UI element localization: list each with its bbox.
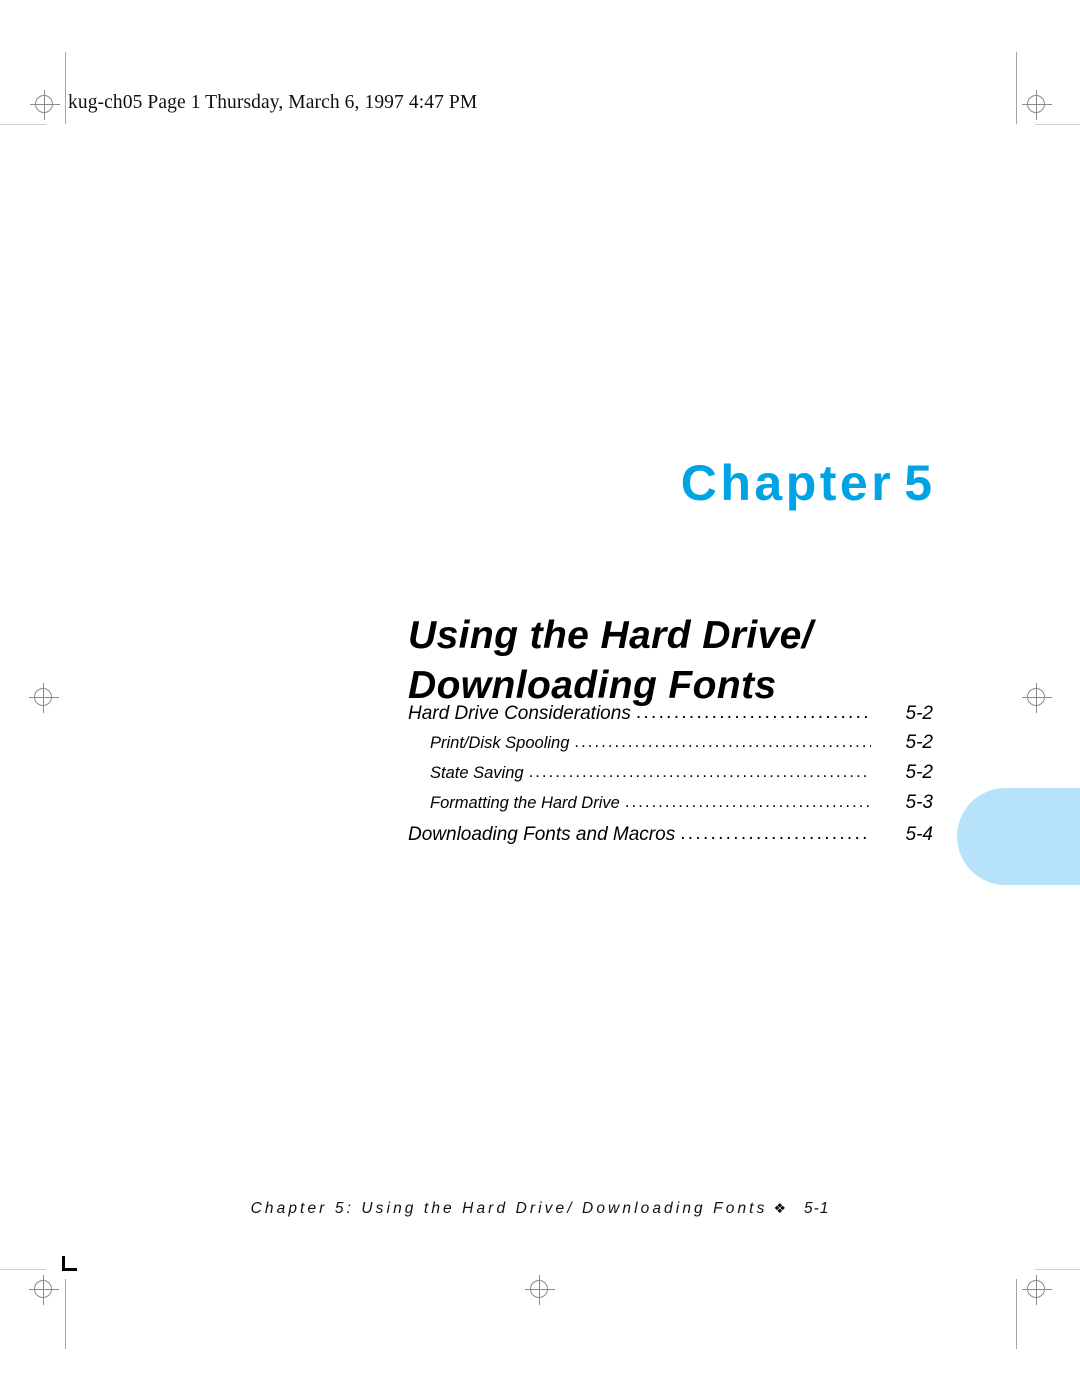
footer-page-number: 5-1 [804, 1200, 830, 1217]
registration-mark-bottom-center [525, 1275, 555, 1305]
toc-entry[interactable]: Formatting the Hard Drive...............… [430, 792, 933, 814]
toc-dot-leader: ........................................… [635, 702, 871, 723]
toc-entry-label: Print/Disk Spooling [430, 734, 570, 752]
registration-mark-middle-right [1022, 683, 1052, 713]
toc-entry-page: 5-2 [905, 762, 933, 783]
toc-entry-page: 5-2 [905, 703, 933, 724]
file-stamp-header: kug-ch05 Page 1 Thursday, March 6, 1997 … [68, 92, 478, 113]
registration-mark-top-left [30, 90, 60, 120]
chapter-number: 5 [904, 455, 932, 511]
registration-vline [539, 1275, 540, 1305]
toc-entry-page: 5-2 [905, 732, 933, 753]
trim-line-footer-left [0, 1269, 46, 1270]
registration-vline [44, 90, 45, 120]
registration-hline [30, 104, 60, 105]
registration-hline [29, 697, 59, 698]
page-title: Using the Hard Drive/ Downloading Fonts [408, 611, 938, 710]
trim-line-bottom-right [1016, 1279, 1017, 1349]
page-title-line-1: Using the Hard Drive/ [408, 614, 813, 658]
chapter-label-word: Chapter [680, 455, 895, 511]
toc-entry-label: Hard Drive Considerations [408, 703, 631, 724]
toc-entry-label: State Saving [430, 764, 524, 782]
registration-hline [29, 1289, 59, 1290]
toc-dot-leader: ........................................… [574, 733, 871, 751]
registration-mark-middle-left [29, 683, 59, 713]
registration-vline [1036, 1275, 1037, 1305]
footer-title: Chapter 5: Using the Hard Drive/ Downloa… [250, 1200, 768, 1217]
trim-line-top-right [1016, 52, 1017, 124]
registration-mark-bottom-right [1022, 1275, 1052, 1305]
registration-hline [1022, 1289, 1052, 1290]
chapter-side-tab [957, 788, 1080, 885]
toc-entry[interactable]: Print/Disk Spooling.....................… [430, 732, 933, 754]
trim-line-header-left [0, 124, 46, 125]
toc-entry[interactable]: Downloading Fonts and Macros............… [408, 823, 933, 846]
toc-entry[interactable]: State Saving............................… [430, 762, 933, 784]
toc-dot-leader: ........................................… [624, 793, 871, 811]
trim-line-header-right [1035, 124, 1080, 125]
document-page: kug-ch05 Page 1 Thursday, March 6, 1997 … [0, 0, 1080, 1397]
registration-vline [1036, 90, 1037, 120]
toc-entry-page: 5-4 [905, 824, 933, 845]
registration-mark-top-right [1022, 90, 1052, 120]
toc-entry-page: 5-3 [905, 792, 933, 813]
toc-entry[interactable]: Hard Drive Considerations...............… [408, 702, 933, 725]
page-footer: Chapter 5: Using the Hard Drive/ Downloa… [0, 1200, 1080, 1218]
toc-dot-leader: ........................................… [680, 823, 871, 844]
toc-entry-label: Downloading Fonts and Macros [408, 824, 676, 845]
trim-line-top-left [65, 52, 66, 124]
registration-vline [43, 1275, 44, 1305]
registration-hline [1022, 697, 1052, 698]
registration-hline [1022, 104, 1052, 105]
trim-line-bottom-left [65, 1279, 66, 1349]
registration-mark-bottom-left [29, 1275, 59, 1305]
registration-vline [1036, 683, 1037, 713]
crop-corner-mark-bottom-left [62, 1256, 77, 1271]
diamond-icon: ❖ [773, 1200, 786, 1216]
registration-vline [43, 683, 44, 713]
toc-dot-leader: ........................................… [528, 763, 871, 781]
registration-hline [525, 1289, 555, 1290]
table-of-contents: Hard Drive Considerations...............… [408, 702, 933, 853]
toc-entry-label: Formatting the Hard Drive [430, 794, 620, 812]
chapter-label: Chapter 5 [681, 458, 932, 508]
trim-line-footer-right [1035, 1269, 1080, 1270]
